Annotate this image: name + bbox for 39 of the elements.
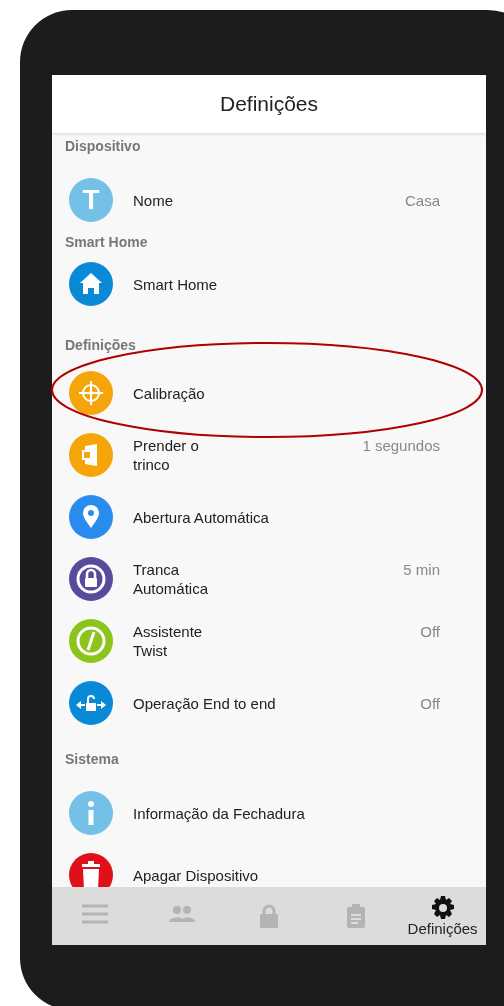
row-label: Calibração xyxy=(133,383,205,403)
row-label: Abertura Automática xyxy=(133,507,269,527)
door-icon xyxy=(69,433,113,477)
settings-row[interactable]: Prender o trinco 1 segundos xyxy=(52,424,486,486)
settings-row[interactable]: Smart Home xyxy=(52,253,486,315)
row-label: Apagar Dispositivo xyxy=(133,865,259,885)
info-icon xyxy=(69,791,113,835)
nav-tab[interactable]: Definições xyxy=(399,887,486,945)
row-label: Assistente Twist xyxy=(133,622,203,660)
row-value: 1 segundos xyxy=(362,436,440,455)
row-label: Informação da Fechadura xyxy=(133,803,305,823)
house-icon xyxy=(69,262,113,306)
settings-row[interactable]: T Nome Casa xyxy=(52,169,486,231)
row-label: Operação End to end xyxy=(133,693,276,713)
section-header: Sistema xyxy=(64,750,120,769)
settings-row[interactable]: Calibração xyxy=(52,362,486,424)
section-header: Dispositivo xyxy=(64,137,142,156)
row-label: Tranca Automática xyxy=(133,560,209,598)
row-value: Off xyxy=(420,693,440,713)
unlock-arrows-icon xyxy=(69,681,113,725)
row-value: 5 min xyxy=(403,560,440,579)
settings-icon xyxy=(429,895,456,920)
screen-title: Definições xyxy=(219,92,319,116)
settings-row[interactable]: Tranca Automática 5 min xyxy=(52,548,486,610)
row-value: Off xyxy=(420,622,440,641)
row-value: Casa xyxy=(404,190,440,210)
settings-row[interactable]: Assistente Twist Off xyxy=(52,610,486,672)
section-header: Smart Home xyxy=(64,233,149,252)
settings-row[interactable]: Operação End to end Off xyxy=(52,672,486,734)
settings-row[interactable]: Abertura Automática xyxy=(52,486,486,548)
settings-row[interactable]: Informação da Fechadura xyxy=(52,782,486,844)
row-label: Smart Home xyxy=(133,274,218,294)
row-label: Prender o trinco xyxy=(133,436,199,474)
section-header: Definições xyxy=(64,336,137,355)
location-pin-icon xyxy=(69,495,113,539)
crosshair-icon xyxy=(69,371,113,415)
slash-circle-icon xyxy=(69,619,113,663)
row-label: Nome xyxy=(133,190,173,210)
letter-t-icon: T xyxy=(69,178,113,222)
